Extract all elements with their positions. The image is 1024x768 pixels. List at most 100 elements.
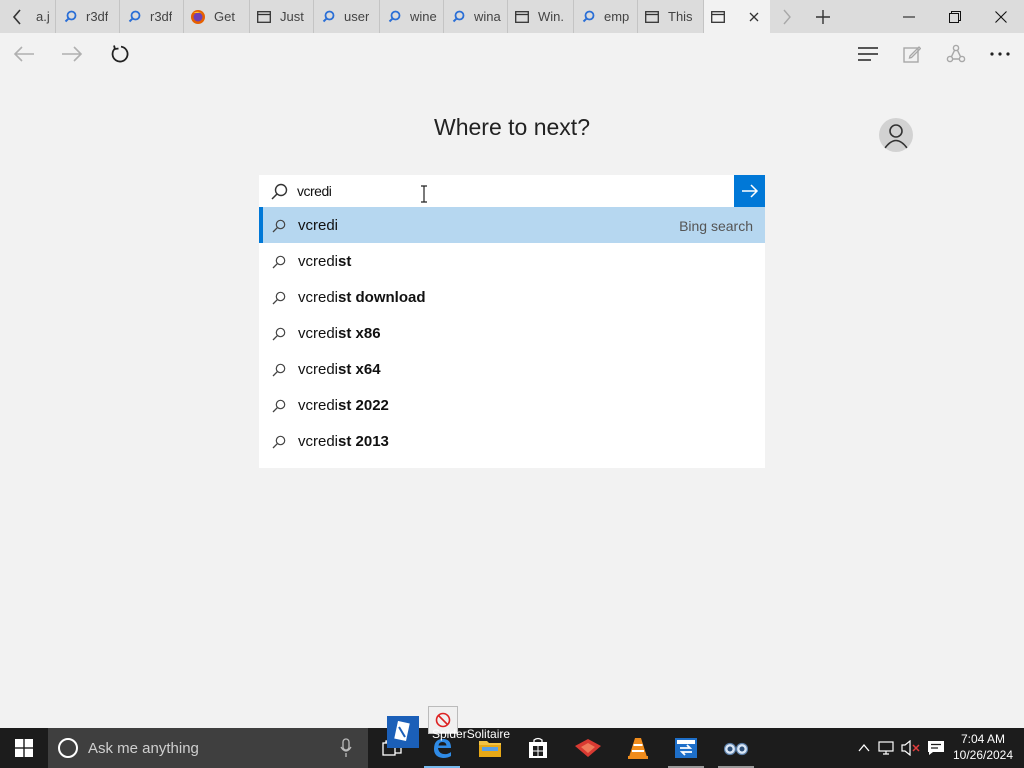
tab-label: emp xyxy=(604,9,630,24)
remote-desktop-icon xyxy=(675,738,697,758)
suggestion-item[interactable]: vcredist x86 xyxy=(259,315,765,351)
cortana-search-box[interactable]: Ask me anything xyxy=(48,728,368,768)
red-app[interactable] xyxy=(564,728,612,768)
share-icon xyxy=(946,44,966,63)
tab-label: wina xyxy=(474,9,501,24)
tab-7[interactable]: wine xyxy=(380,0,444,33)
tab-label: This xyxy=(668,9,693,24)
refresh-button[interactable] xyxy=(98,33,142,75)
address-search-box[interactable] xyxy=(259,175,734,207)
action-center-button[interactable] xyxy=(924,728,948,768)
tab-4[interactable]: Get xyxy=(184,0,250,33)
show-hidden-icons-button[interactable] xyxy=(854,728,874,768)
search-icon xyxy=(272,435,286,453)
search-icon xyxy=(272,327,286,345)
start-button[interactable] xyxy=(0,728,48,768)
tab-active[interactable] xyxy=(704,0,770,33)
microphone-icon[interactable] xyxy=(340,738,352,763)
time: 7:04 AM xyxy=(960,732,1006,746)
page-icon xyxy=(514,9,530,25)
close-icon xyxy=(995,10,1007,23)
tab-5[interactable]: Just xyxy=(250,0,314,33)
remote-desktop-app[interactable] xyxy=(662,728,710,768)
hub-button[interactable] xyxy=(846,33,890,75)
suggestion-typed: vcredi xyxy=(298,397,339,414)
network-icon xyxy=(878,741,894,755)
tab-6[interactable]: user xyxy=(314,0,380,33)
minimize-icon xyxy=(903,16,915,17)
search-icon xyxy=(580,9,596,25)
new-tab-button[interactable] xyxy=(806,0,840,33)
suggestion-completion: st download xyxy=(338,289,426,306)
tab-label: r3df xyxy=(86,9,109,24)
search-icon xyxy=(126,9,142,25)
suggestion-completion: st x86 xyxy=(338,325,381,342)
suggestion-text: vcredist x64 xyxy=(298,361,381,378)
suggestion-completion: st x64 xyxy=(338,361,381,378)
arrow-right-icon xyxy=(62,46,83,62)
red-app-icon xyxy=(575,739,601,757)
suggestion-item[interactable]: vcredist download xyxy=(259,279,765,315)
binoculars-app[interactable] xyxy=(712,728,760,768)
tab-scroll-right-button[interactable] xyxy=(770,0,804,33)
close-tab-button[interactable] xyxy=(746,9,762,25)
tab-2[interactable]: r3df xyxy=(56,0,120,33)
taskbar: Ask me anything 7:04 AM 10/26/2024 xyxy=(0,728,1024,768)
tab-label: wine xyxy=(410,9,437,24)
tab-label: r3df xyxy=(150,9,173,24)
arrow-right-icon xyxy=(741,184,758,198)
clock[interactable]: 7:04 AM 10/26/2024 xyxy=(948,731,1018,763)
suggestion-text: vcredist 2013 xyxy=(298,433,389,450)
suggestion-item[interactable]: vcredist xyxy=(259,243,765,279)
chevron-up-icon xyxy=(858,744,870,752)
network-tray-button[interactable] xyxy=(876,728,898,768)
store-icon xyxy=(529,737,547,758)
go-button[interactable] xyxy=(734,175,765,207)
suggestion-item[interactable]: vcredist x64 xyxy=(259,351,765,387)
vlc-app[interactable] xyxy=(614,728,662,768)
volume-tray-button[interactable] xyxy=(900,728,922,768)
suggestion-item[interactable]: vcredi Bing search xyxy=(259,207,765,243)
tab-8[interactable]: wina xyxy=(444,0,508,33)
minimize-button[interactable] xyxy=(886,0,932,33)
avatar[interactable] xyxy=(879,118,913,152)
search-icon xyxy=(272,363,286,381)
chevron-left-icon xyxy=(12,8,21,25)
search-engine-label: Bing search xyxy=(679,218,753,234)
more-button[interactable] xyxy=(978,33,1022,75)
tab-1[interactable]: a.j xyxy=(34,0,56,33)
arrow-left-icon xyxy=(13,46,34,62)
page-icon xyxy=(710,9,726,25)
back-button[interactable] xyxy=(2,33,46,75)
firefox-icon xyxy=(190,9,206,25)
suggestion-typed: vcredi xyxy=(298,289,339,306)
tab-label: user xyxy=(344,9,370,24)
search-icon xyxy=(272,255,286,273)
search-input[interactable] xyxy=(297,180,717,202)
close-window-button[interactable] xyxy=(978,0,1024,33)
drag-preview-app-icon xyxy=(387,716,419,748)
tab-scroll-left-button[interactable] xyxy=(0,0,34,33)
share-button[interactable] xyxy=(934,33,978,75)
tab-label: a.j xyxy=(36,9,50,24)
tab-bar: a.j r3df r3df Get Just user wine wina Wi… xyxy=(0,0,1024,33)
suggestion-list: vcredi Bing search vcredist vcredist dow… xyxy=(259,207,765,468)
tab-10[interactable]: emp xyxy=(574,0,638,33)
store-app[interactable] xyxy=(514,728,562,768)
binoculars-icon xyxy=(724,742,748,756)
vlc-icon xyxy=(628,738,648,759)
web-note-button[interactable] xyxy=(890,33,934,75)
tab-3[interactable]: r3df xyxy=(120,0,184,33)
forward-button[interactable] xyxy=(50,33,94,75)
suggestion-text: vcredist x86 xyxy=(298,325,381,342)
search-icon xyxy=(320,9,336,25)
suggestion-item[interactable]: vcredist 2022 xyxy=(259,387,765,423)
suggestion-text: vcredist xyxy=(298,253,351,270)
search-icon xyxy=(271,183,288,205)
tab-11[interactable]: This xyxy=(638,0,704,33)
navigation-bar xyxy=(0,33,1024,75)
restore-button[interactable] xyxy=(932,0,978,33)
suggestion-item[interactable]: vcredist 2013 xyxy=(259,423,765,459)
tab-9[interactable]: Win. xyxy=(508,0,574,33)
suggestion-typed: vcredi xyxy=(298,217,339,234)
